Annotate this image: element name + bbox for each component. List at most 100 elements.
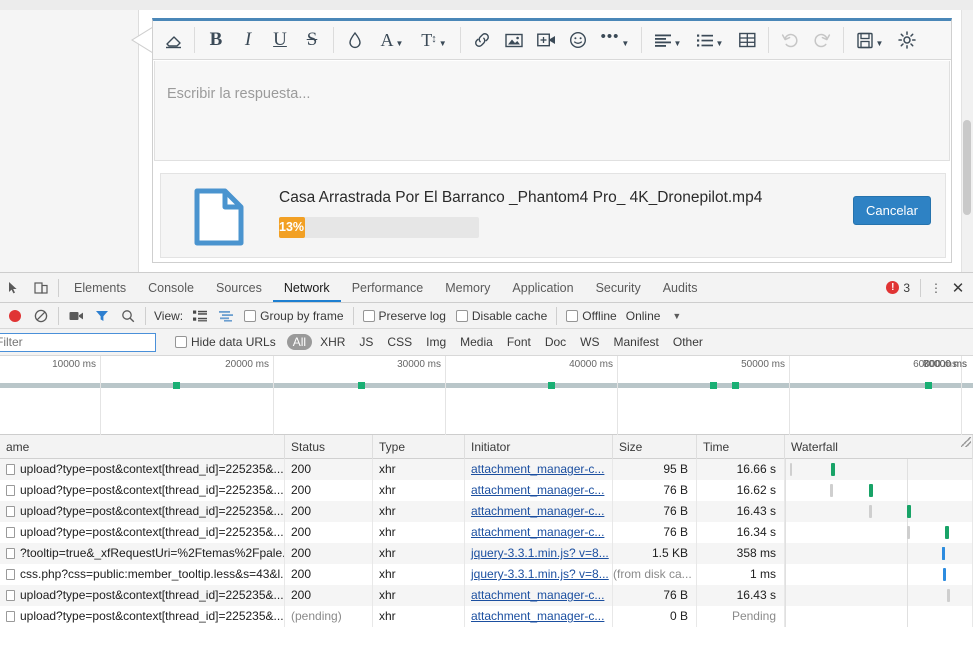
offline-box[interactable] xyxy=(566,310,578,322)
tab-application[interactable]: Application xyxy=(501,273,584,302)
table-row[interactable]: upload?type=post&context[thread_id]=2252… xyxy=(0,585,973,606)
column-header-type[interactable]: Type xyxy=(373,435,465,459)
throttling-chevron-down-icon[interactable]: ▼ xyxy=(672,311,681,321)
search-button[interactable] xyxy=(115,304,141,328)
font-size-button[interactable]: T↕▼ xyxy=(413,23,455,57)
cell-initiator[interactable]: attachment_manager-c... xyxy=(465,522,613,543)
toggle-device-toolbar-icon[interactable] xyxy=(27,274,54,302)
initiator-link[interactable]: attachment_manager-c... xyxy=(471,462,604,476)
insert-image-icon[interactable] xyxy=(498,23,530,57)
editor-textarea[interactable]: Escribir la respuesta... xyxy=(154,61,950,161)
cell-initiator[interactable]: jquery-3.3.1.min.js? v=8... xyxy=(465,543,613,564)
font-family-button[interactable]: A▼ xyxy=(371,23,413,57)
italic-button[interactable]: I xyxy=(232,23,264,57)
tab-memory[interactable]: Memory xyxy=(434,273,501,302)
table-row[interactable]: upload?type=post&context[thread_id]=2252… xyxy=(0,459,973,480)
draft-button[interactable]: ▼ xyxy=(849,23,891,57)
throttling-value[interactable]: Online xyxy=(626,309,661,323)
list-view-icon[interactable] xyxy=(187,304,213,328)
cell-initiator[interactable]: jquery-3.3.1.min.js? v=8... xyxy=(465,564,613,585)
redo-button[interactable] xyxy=(806,23,838,57)
type-filter-font[interactable]: Font xyxy=(501,334,537,350)
type-filter-img[interactable]: Img xyxy=(420,334,452,350)
type-filter-doc[interactable]: Doc xyxy=(539,334,572,350)
initiator-link[interactable]: attachment_manager-c... xyxy=(471,588,604,602)
tab-security[interactable]: Security xyxy=(585,273,652,302)
cancel-upload-button[interactable]: Cancelar xyxy=(853,196,931,225)
cell-initiator[interactable]: attachment_manager-c... xyxy=(465,480,613,501)
cell-name[interactable]: upload?type=post&context[thread_id]=2252… xyxy=(0,501,285,522)
initiator-link[interactable]: jquery-3.3.1.min.js? v=8... xyxy=(471,567,609,581)
disable-cache-box[interactable] xyxy=(456,310,468,322)
column-header-size[interactable]: Size xyxy=(613,435,697,459)
tab-audits[interactable]: Audits xyxy=(652,273,709,302)
insert-link-icon[interactable] xyxy=(466,23,498,57)
eraser-icon[interactable] xyxy=(157,23,189,57)
devtools-more-menu-icon[interactable]: ⋮ xyxy=(925,281,947,295)
cell-name[interactable]: ?tooltip=true&_xfRequestUri=%2Ftemas%2Fp… xyxy=(0,543,285,564)
table-row[interactable]: upload?type=post&context[thread_id]=2252… xyxy=(0,480,973,501)
error-count-badge[interactable]: ! 3 xyxy=(886,281,910,295)
bold-button[interactable]: B xyxy=(200,23,232,57)
preserve-log-checkbox[interactable]: Preserve log xyxy=(363,309,446,323)
column-header-waterfall[interactable]: Waterfall xyxy=(785,435,973,459)
column-header-ame[interactable]: ame xyxy=(0,435,285,459)
column-header-initiator[interactable]: Initiator xyxy=(465,435,613,459)
tab-elements[interactable]: Elements xyxy=(63,273,137,302)
filter-input[interactable] xyxy=(0,333,156,352)
settings-gear-icon[interactable] xyxy=(891,23,923,57)
inspect-element-icon[interactable] xyxy=(0,274,27,302)
group-by-frame-box[interactable] xyxy=(244,310,256,322)
table-row[interactable]: upload?type=post&context[thread_id]=2252… xyxy=(0,501,973,522)
insert-table-icon[interactable] xyxy=(731,23,763,57)
type-filter-other[interactable]: Other xyxy=(667,334,709,350)
type-filter-xhr[interactable]: XHR xyxy=(314,334,351,350)
type-filter-js[interactable]: JS xyxy=(353,334,379,350)
tab-console[interactable]: Console xyxy=(137,273,205,302)
cell-name[interactable]: upload?type=post&context[thread_id]=2252… xyxy=(0,480,285,501)
type-filter-all[interactable]: All xyxy=(287,334,312,350)
cell-initiator[interactable]: attachment_manager-c... xyxy=(465,459,613,480)
record-button[interactable] xyxy=(2,304,28,328)
type-filter-ws[interactable]: WS xyxy=(574,334,605,350)
cell-name[interactable]: upload?type=post&context[thread_id]=2252… xyxy=(0,459,285,480)
cell-name[interactable]: upload?type=post&context[thread_id]=2252… xyxy=(0,522,285,543)
column-header-status[interactable]: Status xyxy=(285,435,373,459)
devtools-close-icon[interactable]: ✕ xyxy=(947,279,969,297)
table-row[interactable]: css.php?css=public:member_tooltip.less&s… xyxy=(0,564,973,585)
table-row[interactable]: upload?type=post&context[thread_id]=2252… xyxy=(0,522,973,543)
initiator-link[interactable]: jquery-3.3.1.min.js? v=8... xyxy=(471,546,609,560)
group-by-frame-checkbox[interactable]: Group by frame xyxy=(244,309,343,323)
underline-button[interactable]: U xyxy=(264,23,296,57)
hide-data-urls-box[interactable] xyxy=(175,336,187,348)
type-filter-css[interactable]: CSS xyxy=(381,334,418,350)
offline-checkbox[interactable]: Offline xyxy=(566,309,616,323)
text-color-icon[interactable] xyxy=(339,23,371,57)
strikethrough-button[interactable]: S xyxy=(296,23,328,57)
insert-emoji-icon[interactable] xyxy=(562,23,594,57)
network-overview-timeline[interactable]: 10000 ms20000 ms30000 ms40000 ms50000 ms… xyxy=(0,356,973,435)
hide-data-urls-checkbox[interactable]: Hide data URLs xyxy=(175,335,276,349)
initiator-link[interactable]: attachment_manager-c... xyxy=(471,609,604,623)
cell-initiator[interactable]: attachment_manager-c... xyxy=(465,606,613,627)
resize-grip-icon[interactable] xyxy=(961,437,971,447)
insert-video-icon[interactable] xyxy=(530,23,562,57)
undo-button[interactable] xyxy=(774,23,806,57)
page-scrollbar-thumb[interactable] xyxy=(963,120,971,215)
capture-screenshots-button[interactable] xyxy=(63,304,89,328)
table-row[interactable]: ?tooltip=true&_xfRequestUri=%2Ftemas%2Fp… xyxy=(0,543,973,564)
initiator-link[interactable]: attachment_manager-c... xyxy=(471,504,604,518)
column-header-time[interactable]: Time xyxy=(697,435,785,459)
align-button[interactable]: ▼ xyxy=(647,23,689,57)
cell-initiator[interactable]: attachment_manager-c... xyxy=(465,585,613,606)
tab-sources[interactable]: Sources xyxy=(205,273,273,302)
tab-performance[interactable]: Performance xyxy=(341,273,435,302)
cell-name[interactable]: upload?type=post&context[thread_id]=2252… xyxy=(0,585,285,606)
waterfall-view-icon[interactable] xyxy=(213,304,239,328)
clear-button[interactable] xyxy=(28,304,54,328)
preserve-log-box[interactable] xyxy=(363,310,375,322)
more-options-icon[interactable]: •••▼ xyxy=(594,23,636,57)
tab-network[interactable]: Network xyxy=(273,273,341,302)
initiator-link[interactable]: attachment_manager-c... xyxy=(471,483,604,497)
cell-name[interactable]: css.php?css=public:member_tooltip.less&s… xyxy=(0,564,285,585)
